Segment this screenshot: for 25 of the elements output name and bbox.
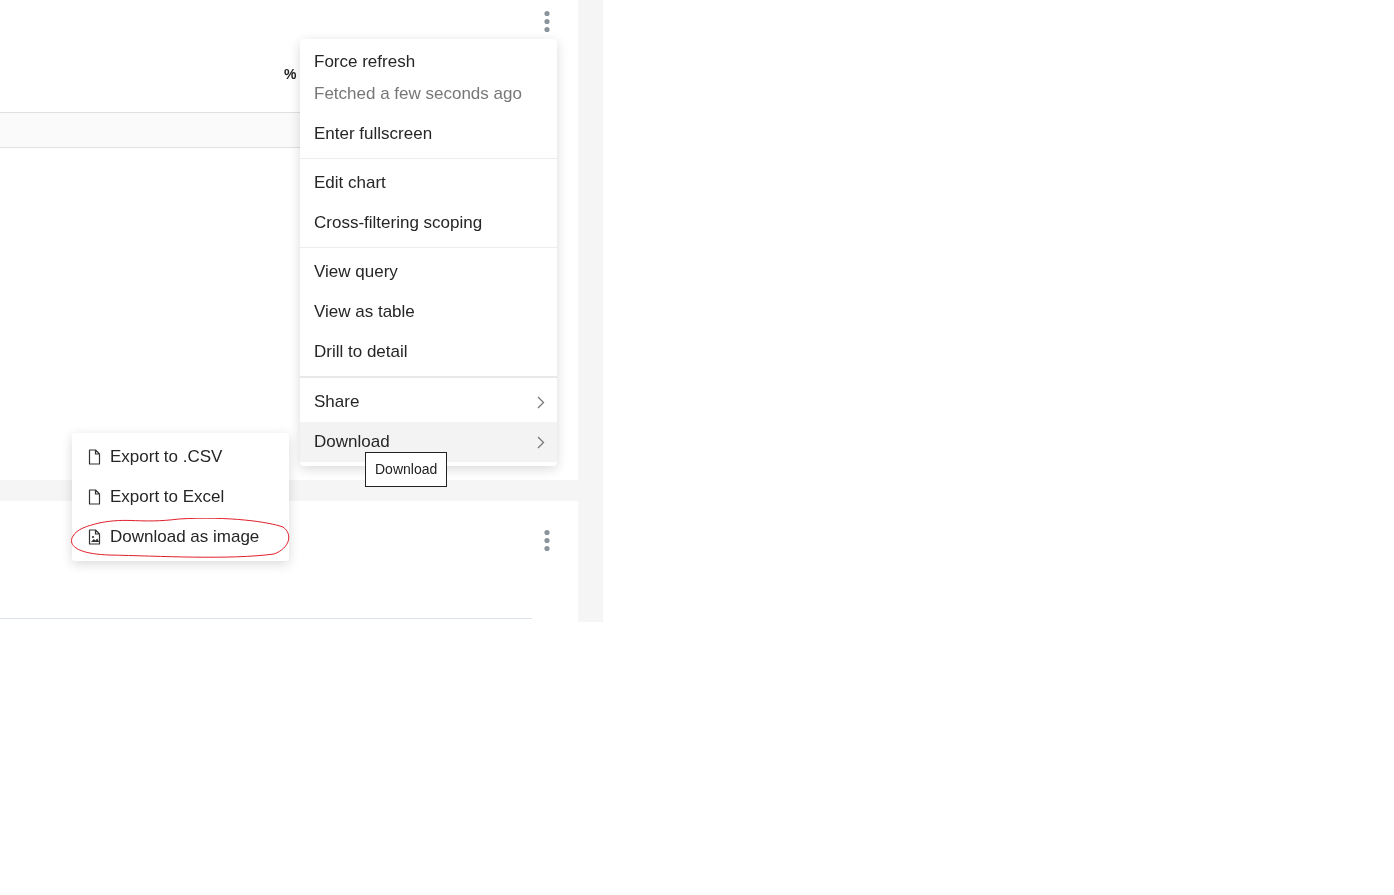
menu-item[interactable]: Cross-filtering scoping (300, 203, 557, 243)
submenu-item[interactable]: Export to Excel (72, 477, 289, 517)
menu-item-label: Share (314, 391, 360, 414)
tooltip-text: Download (365, 452, 448, 487)
chevron-right-icon (537, 395, 545, 409)
submenu-item[interactable]: Export to .CSV (72, 437, 289, 477)
more-menu-button[interactable] (541, 9, 553, 33)
menu-item[interactable]: Enter fullscreen (300, 114, 557, 154)
menu-item-label: Download (314, 431, 390, 454)
menu-item-label: Force refresh (314, 51, 416, 73)
menu-item[interactable]: Share (300, 382, 557, 422)
menu-item[interactable]: Force refresh Fetched a few seconds ago (300, 41, 557, 114)
menu-item[interactable]: Drill to detail (300, 332, 557, 372)
file-icon (88, 489, 101, 505)
image-file-icon (88, 529, 101, 545)
menu-item[interactable]: View as table (300, 292, 557, 332)
chevron-right-icon (537, 435, 545, 449)
submenu-item[interactable]: Download as image (72, 517, 289, 557)
menu-item[interactable]: Edit chart (300, 163, 557, 203)
menu-item[interactable]: Download (300, 422, 557, 462)
more-menu-button[interactable] (541, 528, 553, 552)
menu-item[interactable]: View query (300, 252, 557, 292)
file-icon (88, 449, 101, 465)
timestamp-text: Fetched a few seconds ago (314, 82, 522, 105)
column-label: % (284, 65, 297, 84)
